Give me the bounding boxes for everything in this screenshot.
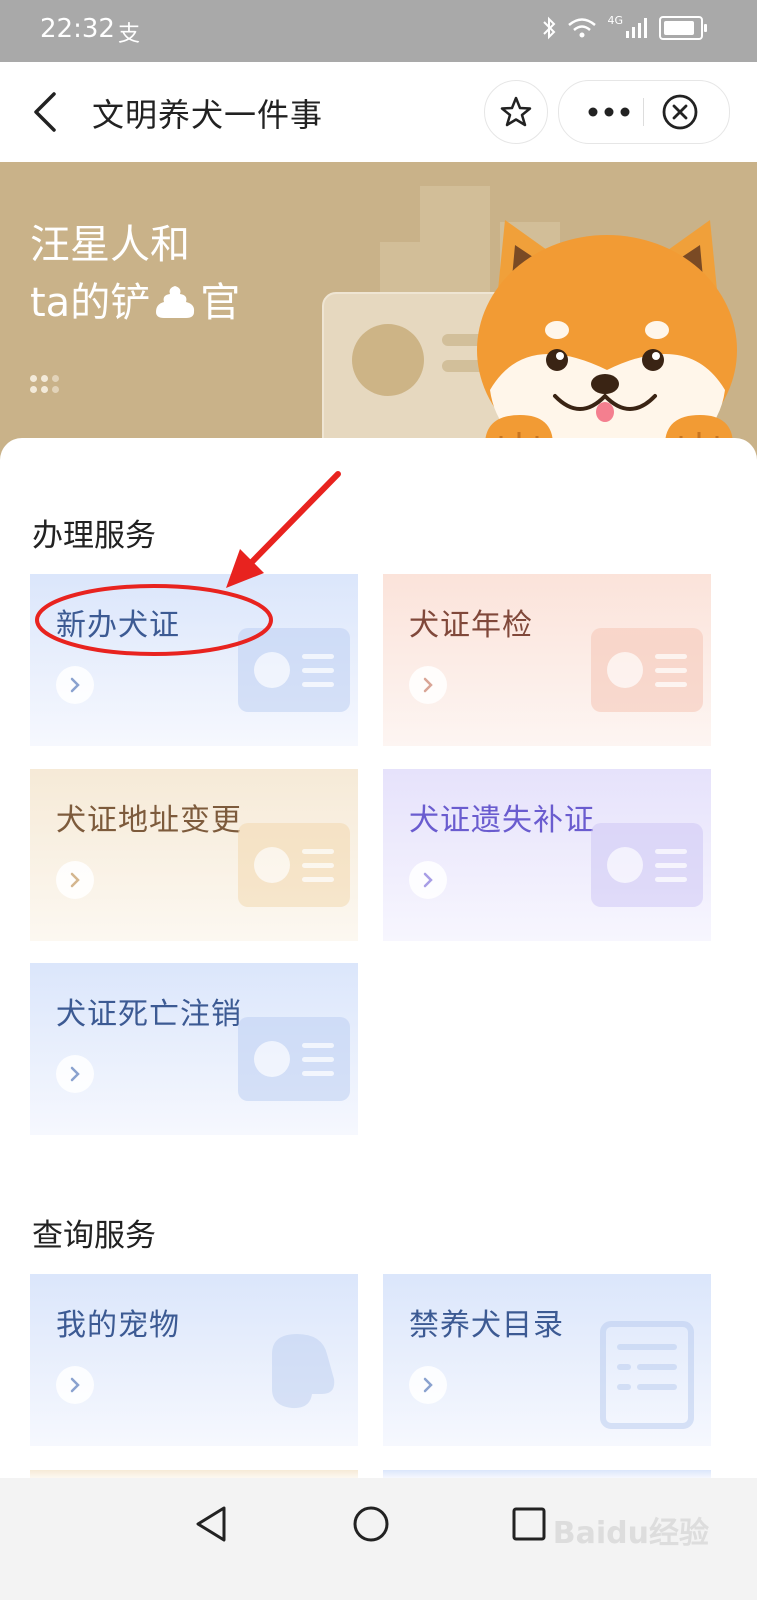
banner-title: 汪星人和 ta的铲官 [30,222,241,326]
poop-icon [156,286,195,318]
section-title-service: 办理服务 [32,518,156,554]
list-document-icon [600,1321,694,1429]
star-icon [500,96,532,127]
chevron-right-icon [56,666,94,704]
tile-partial-left[interactable] [30,1470,358,1478]
battery-icon [659,16,707,40]
location-card-icon [238,823,350,907]
page-title: 文明养犬一件事 [92,96,324,134]
tile-lost-reissue[interactable]: 犬证遗失补证 [383,769,711,941]
alipay-notification-icon: 支 [118,22,141,47]
signal-icon [626,18,647,38]
chevron-right-icon [56,1366,94,1404]
dog-head-icon [272,1334,335,1409]
status-time: 22:32 [40,14,115,44]
chevron-right-icon [409,861,447,899]
status-bar: 22:32 支 4G [0,0,757,62]
recents-square-icon[interactable] [509,1504,549,1544]
tile-partial-right[interactable] [383,1470,711,1478]
carousel-dots [30,375,66,399]
home-circle-icon[interactable] [351,1504,391,1544]
chevron-right-icon [409,1366,447,1404]
system-navigation-bar: Baidu经验 [0,1478,757,1600]
banner[interactable]: 汪星人和 ta的铲官 [0,162,757,462]
tile-new-license[interactable]: 新办犬证 [30,574,358,746]
more-button[interactable] [581,81,637,143]
section-title-query: 查询服务 [32,1218,156,1254]
chevron-right-icon [409,666,447,704]
wifi-icon [568,18,597,38]
tile-my-pets[interactable]: 我的宠物 [30,1274,358,1446]
baidu-watermark: Baidu经验 [552,1516,709,1551]
stamp-card-icon [591,628,703,712]
tile-banned-dog-list[interactable]: 禁养犬目录 [383,1274,711,1446]
network-type: 4G [607,13,623,27]
tile-annual-check[interactable]: 犬证年检 [383,574,711,746]
chevron-right-icon [56,861,94,899]
bluetooth-icon [543,16,556,40]
mini-program-navbar: 文明养犬一件事 [0,62,757,162]
shiba-dog-mascot [477,220,737,462]
back-triangle-icon[interactable] [192,1504,232,1544]
tile-death-cancel[interactable]: 犬证死亡注销 [30,963,358,1135]
tile-address-change[interactable]: 犬证地址变更 [30,769,358,941]
chevron-right-icon [56,1055,94,1093]
favorite-button[interactable] [484,80,548,144]
edit-card-icon [591,823,703,907]
back-arrow-icon[interactable] [28,90,64,134]
more-icon [588,107,630,117]
capsule-menu [558,80,730,144]
close-circle-icon[interactable] [662,94,698,130]
cancel-card-icon [238,1017,350,1101]
license-card-icon [238,628,350,712]
services-sheet: 办理服务 新办犬证 犬证年检 犬证地址变更 犬证遗失补证 犬证死亡注销 查询服务… [0,438,757,1478]
